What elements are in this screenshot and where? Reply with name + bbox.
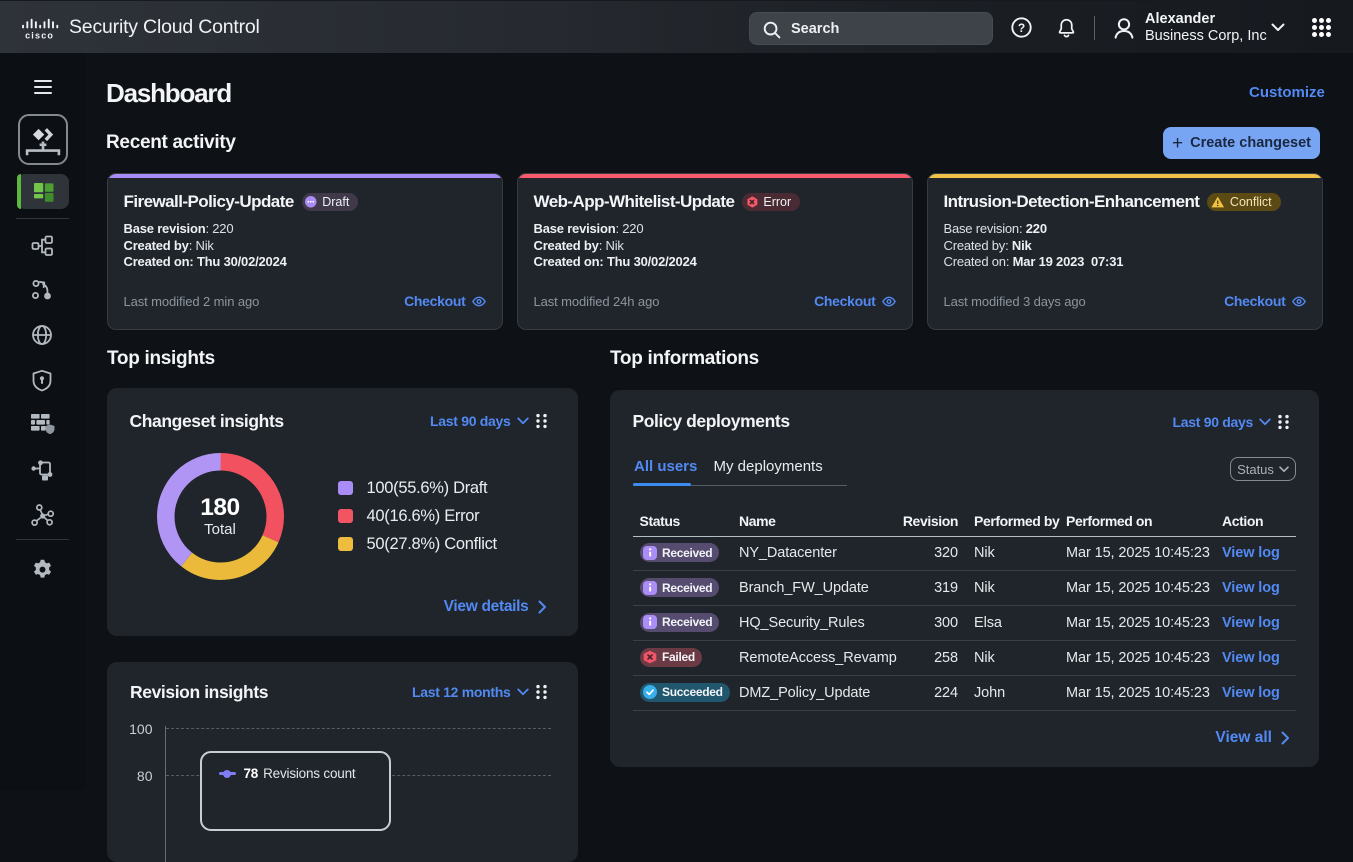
svg-text:cisco: cisco bbox=[25, 30, 54, 40]
svg-text:?: ? bbox=[1018, 21, 1025, 35]
